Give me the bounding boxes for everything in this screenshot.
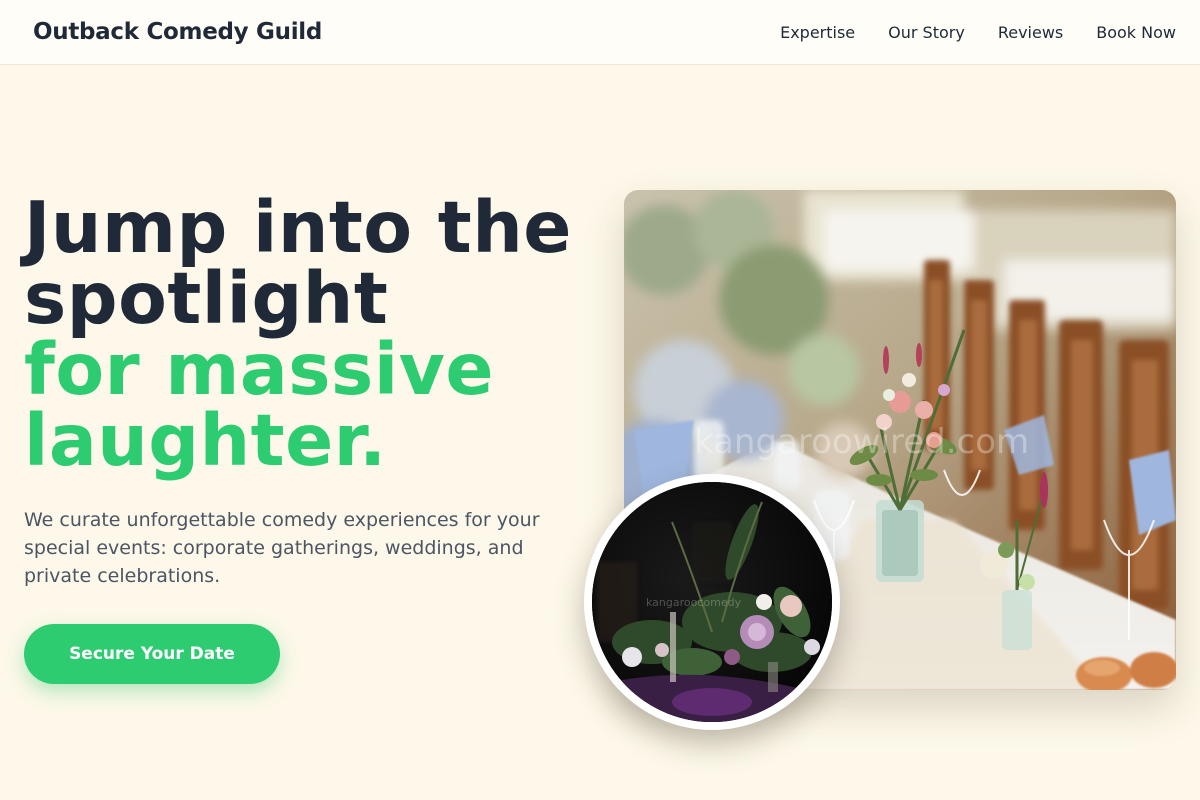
hero-description: We curate unforgettable comedy experienc… — [24, 509, 540, 587]
centerpiece-round-photo: kangaroocomedy — [584, 474, 840, 730]
headline-accent-line-2: laughter. — [24, 399, 387, 482]
nav-link-expertise[interactable]: Expertise — [780, 23, 855, 42]
brand-logo-text[interactable]: Outback Comedy Guild — [33, 19, 322, 45]
top-navbar: Outback Comedy Guild Expertise Our Story… — [0, 0, 1200, 65]
headline-accent-line-1: for massive — [24, 328, 495, 411]
main-nav: Expertise Our Story Reviews Book Now — [780, 23, 1176, 42]
nav-link-our-story[interactable]: Our Story — [888, 23, 965, 42]
headline-line-1: Jump into the — [24, 186, 572, 269]
secure-date-button[interactable]: Secure Your Date — [24, 624, 280, 684]
headline-line-2: spotlight — [24, 257, 389, 340]
nav-link-reviews[interactable]: Reviews — [998, 23, 1063, 42]
nav-link-book-now[interactable]: Book Now — [1096, 23, 1176, 42]
hero-headline: Jump into the spotlight for massive laug… — [24, 192, 604, 476]
hero-text: Jump into the spotlight for massive laug… — [24, 192, 604, 590]
